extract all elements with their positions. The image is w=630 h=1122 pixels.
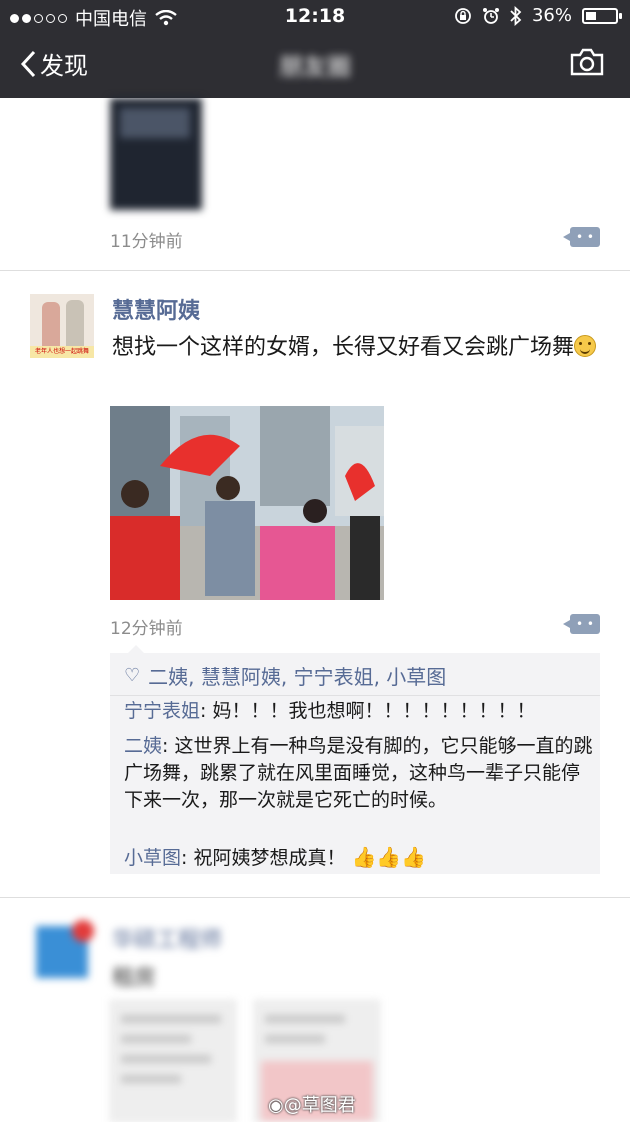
battery-fill [586,11,596,20]
post3-text: 租房 [112,966,157,991]
nav-bar: 发现 朋友圈 [0,32,630,98]
post-text: 想找一个这样的女婿，长得又好看又会跳广场舞 [112,333,602,363]
comment-item[interactable]: 宁宁表姐: 妈！！！我也想啊！！！！！！！！！ [124,698,594,725]
lock-rotation-icon [455,7,471,24]
likes-separator [110,695,600,696]
post1-image[interactable] [110,98,202,210]
status-right: 36% [454,5,622,26]
comment-item[interactable]: 二姨: 这世界上有一种鸟是没有脚的，它只能够一直的跳广场舞，跳累了就在风里面睡觉… [124,733,594,814]
watermark-text: @草图君 [283,1095,356,1116]
comment-text: : 祝阿姨梦想成真！ [181,847,346,869]
page-title: 朋友圈 [279,53,351,81]
post1-time: 11分钟前 [110,232,183,252]
status-bar: 中国电信 12:18 36% [0,0,630,32]
comment-text: : 妈！！！我也想啊！！！！！！！！！ [200,700,536,722]
post-divider [0,270,630,271]
battery-percent: 36% [531,5,572,26]
thumbs-up-icon: 👍👍👍 [351,845,427,869]
post1-comment-button[interactable] [563,227,600,247]
like-user[interactable]: 慧慧阿姨 [201,665,281,689]
post-author[interactable]: 慧慧阿姨 [112,293,200,325]
watermark: ◉@草图君 [268,1091,356,1117]
bluetooth-icon [510,5,522,26]
post-photo-illustration [110,406,384,600]
likes-row: ♡ 二姨, 慧慧阿姨, 宁宁表姐, 小草图 [124,661,446,690]
avatar-caption: 老年人也想一起跳舞 [30,346,94,358]
like-user[interactable]: 二姨 [148,665,188,689]
post3-avatar[interactable] [36,920,94,978]
comment-author[interactable]: 二姨 [124,735,162,757]
comment-text: : 这世界上有一种鸟是没有脚的，它只能够一直的跳广场舞，跳累了就在风里面睡觉，这… [124,735,593,811]
smiley-icon [574,335,597,357]
avatar[interactable]: 老年人也想一起跳舞 [30,294,94,358]
like-user[interactable]: 宁宁表姐 [294,665,374,689]
likes-list: 二姨, 慧慧阿姨, 宁宁表姐, 小草图 [148,665,447,689]
weibo-icon: ◉ [268,1095,284,1116]
comment-author[interactable]: 小草图 [124,847,181,869]
heart-icon: ♡ [124,665,141,686]
post3-image[interactable] [110,1000,236,1122]
post-photo[interactable] [110,406,384,600]
post3-author[interactable]: 华硕工程师 [112,922,222,954]
comment-button[interactable] [563,614,600,634]
likes-comments-panel: ♡ 二姨, 慧慧阿姨, 宁宁表姐, 小草图 宁宁表姐: 妈！！！我也想啊！！！！… [110,645,600,874]
post-text-body: 想找一个这样的女婿，长得又好看又会跳广场舞 [112,335,575,360]
camera-icon [570,48,604,76]
like-user[interactable]: 小草图 [386,665,446,689]
comment-author[interactable]: 宁宁表姐 [124,700,200,722]
post-divider [0,897,630,898]
post2-time: 12分钟前 [110,619,183,639]
camera-button[interactable] [570,48,604,80]
alarm-icon [482,7,499,24]
battery-icon [582,7,622,24]
comment-item[interactable]: 小草图: 祝阿姨梦想成真！ 👍👍👍 [124,844,594,872]
